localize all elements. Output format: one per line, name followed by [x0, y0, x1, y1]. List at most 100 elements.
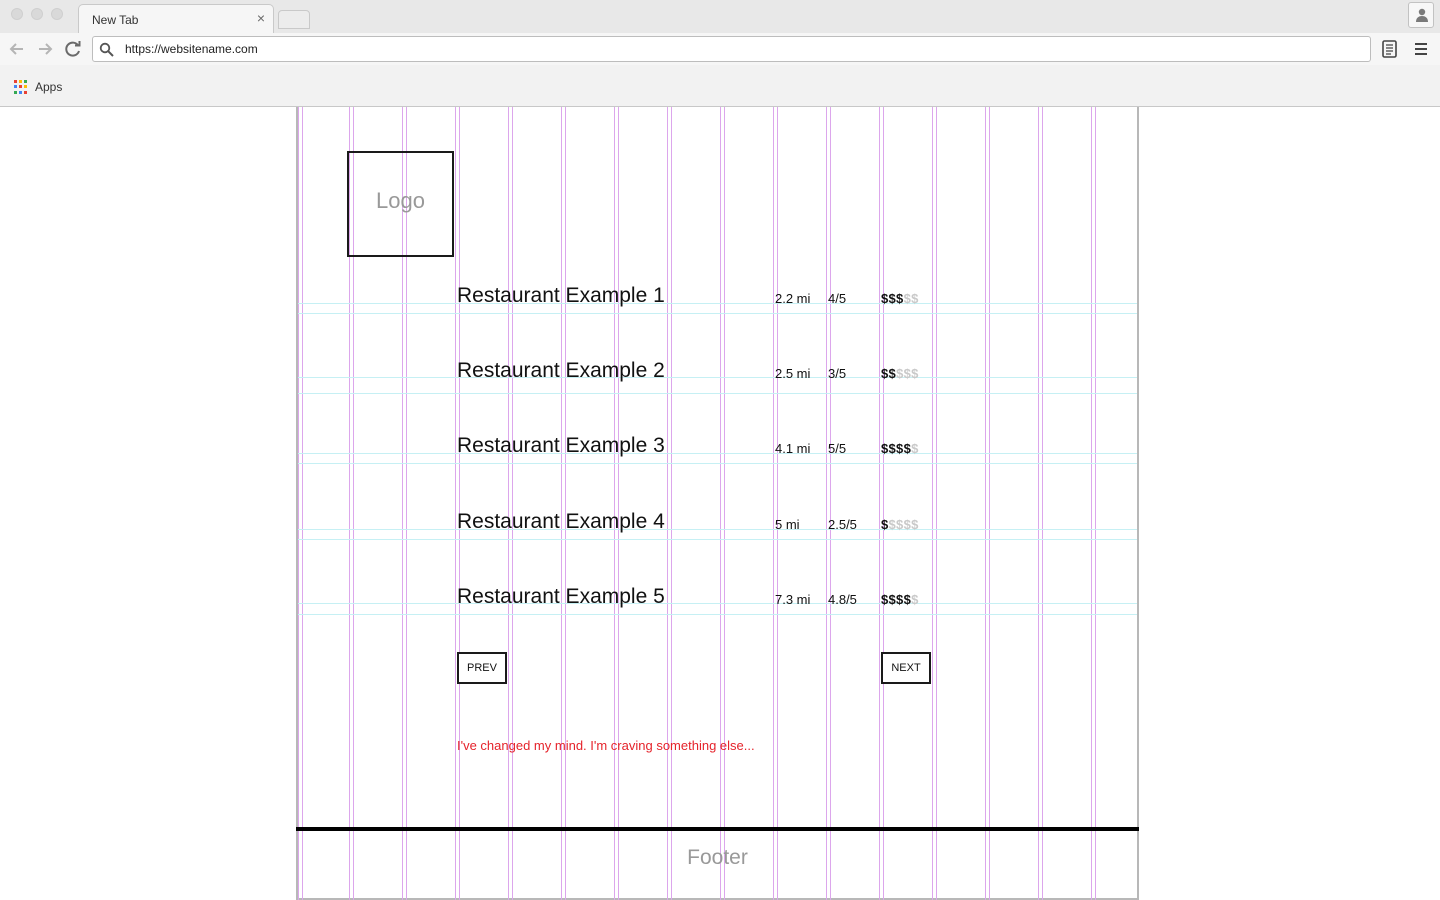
grid-column-line — [883, 107, 884, 900]
close-window-button[interactable] — [11, 8, 23, 20]
restaurant-name[interactable]: Restaurant Example 2 — [457, 359, 665, 383]
restaurant-row[interactable]: Restaurant Example 1 2.2 mi 4/5 $$$$$ — [298, 284, 1137, 314]
grid-column-line — [302, 107, 303, 900]
grid-column-line — [826, 107, 827, 900]
grid-column-line — [459, 107, 460, 900]
restaurant-row[interactable]: Restaurant Example 2 2.5 mi 3/5 $$$$$ — [298, 359, 1137, 389]
grid-column-line — [618, 107, 619, 900]
price-active: $$ — [881, 366, 897, 381]
grid-column-line — [879, 107, 880, 900]
grid-column-line — [671, 107, 672, 900]
bookmarks-bar: Apps — [0, 72, 1440, 102]
grid-column-line — [455, 107, 456, 900]
restaurant-price: $$$$$ — [881, 592, 919, 607]
grid-column-line — [508, 107, 509, 900]
tab-strip: New Tab × — [0, 0, 1440, 33]
price-inactive: $$$$ — [888, 517, 919, 532]
restaurant-price: $$$$$ — [881, 366, 919, 381]
restaurant-price: $$$$$ — [881, 441, 919, 456]
craving-something-else-link[interactable]: I've changed my mind. I'm craving someth… — [457, 738, 755, 753]
grid-column-line — [777, 107, 778, 900]
menu-button[interactable] — [1409, 37, 1433, 61]
reload-icon — [65, 41, 81, 57]
grid-column-line — [989, 107, 990, 900]
minimize-window-button[interactable] — [31, 8, 43, 20]
grid-column-line — [932, 107, 933, 900]
grid-column-line — [1091, 107, 1092, 900]
prev-button[interactable]: PREV — [457, 652, 507, 684]
grid-column-line — [936, 107, 937, 900]
apps-bookmark[interactable]: Apps — [35, 80, 62, 94]
profile-button[interactable] — [1408, 2, 1434, 28]
grid-column-line — [1095, 107, 1096, 900]
price-active: $ — [881, 517, 889, 532]
tab-close-icon[interactable]: × — [257, 10, 265, 26]
search-icon — [99, 42, 114, 57]
restaurant-rating: 4/5 — [828, 291, 847, 306]
restaurant-distance: 4.1 mi — [775, 441, 811, 456]
restaurant-price: $$$$$ — [881, 517, 919, 532]
person-icon — [1416, 8, 1428, 22]
restaurant-name[interactable]: Restaurant Example 5 — [457, 585, 665, 609]
logo-text: Logo — [376, 188, 425, 213]
restaurant-row[interactable]: Restaurant Example 5 7.3 mi 4.8/5 $$$$$ — [298, 585, 1137, 615]
back-button[interactable] — [6, 38, 28, 60]
maximize-window-button[interactable] — [51, 8, 63, 20]
grid-row-line — [298, 393, 1137, 394]
restaurant-row[interactable]: Restaurant Example 3 4.1 mi 5/5 $$$$$ — [298, 434, 1137, 464]
grid-column-line — [561, 107, 562, 900]
grid-column-line — [985, 107, 986, 900]
restaurant-distance: 2.2 mi — [775, 291, 811, 306]
address-bar[interactable]: https://websitename.com — [92, 36, 1371, 62]
apps-grid-icon[interactable] — [14, 80, 28, 94]
restaurant-rating: 2.5/5 — [828, 517, 857, 532]
price-active: $$$ — [881, 291, 904, 306]
restaurant-price: $$$$$ — [881, 291, 919, 306]
restaurant-row[interactable]: Restaurant Example 4 5 mi 2.5/5 $$$$$ — [298, 510, 1137, 540]
tab-title: New Tab — [92, 13, 139, 27]
restaurant-distance: 7.3 mi — [775, 592, 811, 607]
logo[interactable]: Logo — [347, 151, 454, 257]
grid-column-line — [720, 107, 721, 900]
document-icon — [1382, 40, 1397, 58]
grid-column-line — [724, 107, 725, 900]
price-inactive: $$ — [903, 291, 919, 306]
restaurant-rating: 4.8/5 — [828, 592, 857, 607]
grid-column-line — [773, 107, 774, 900]
grid-column-line — [667, 107, 668, 900]
grid-column-line — [614, 107, 615, 900]
price-inactive: $ — [911, 592, 919, 607]
restaurant-name[interactable]: Restaurant Example 1 — [457, 284, 665, 308]
wireframe-page: Logo Restaurant Example 1 2.2 mi 4/5 $$$… — [296, 107, 1139, 900]
restaurant-rating: 3/5 — [828, 366, 847, 381]
grid-column-line — [512, 107, 513, 900]
reload-button[interactable] — [62, 38, 84, 60]
grid-column-line — [298, 107, 299, 900]
restaurant-rating: 5/5 — [828, 441, 847, 456]
grid-column-line — [1042, 107, 1043, 900]
forward-button[interactable] — [34, 38, 56, 60]
next-button[interactable]: NEXT — [881, 652, 931, 684]
arrow-right-icon — [39, 43, 53, 55]
footer: Footer — [687, 846, 748, 869]
footer-divider — [296, 827, 1139, 831]
arrow-left-icon — [9, 43, 23, 55]
url-text[interactable]: https://websitename.com — [125, 42, 258, 56]
restaurant-distance: 5 mi — [775, 517, 800, 532]
restaurant-name[interactable]: Restaurant Example 4 — [457, 510, 665, 534]
new-tab-button[interactable] — [278, 10, 310, 29]
reader-mode-button[interactable] — [1378, 37, 1402, 61]
price-active: $$$$ — [881, 441, 912, 456]
grid-column-line — [830, 107, 831, 900]
browser-toolbar: https://websitename.com — [0, 33, 1440, 65]
browser-chrome: New Tab × https://websitename.com Apps — [0, 0, 1440, 107]
grid-column-line — [1038, 107, 1039, 900]
hamburger-menu-icon — [1415, 43, 1427, 55]
tab-new-tab[interactable]: New Tab × — [78, 4, 274, 33]
grid-column-line — [565, 107, 566, 900]
restaurant-distance: 2.5 mi — [775, 366, 811, 381]
price-inactive: $$$ — [896, 366, 919, 381]
price-active: $$$$ — [881, 592, 912, 607]
price-inactive: $ — [911, 441, 919, 456]
restaurant-name[interactable]: Restaurant Example 3 — [457, 434, 665, 458]
